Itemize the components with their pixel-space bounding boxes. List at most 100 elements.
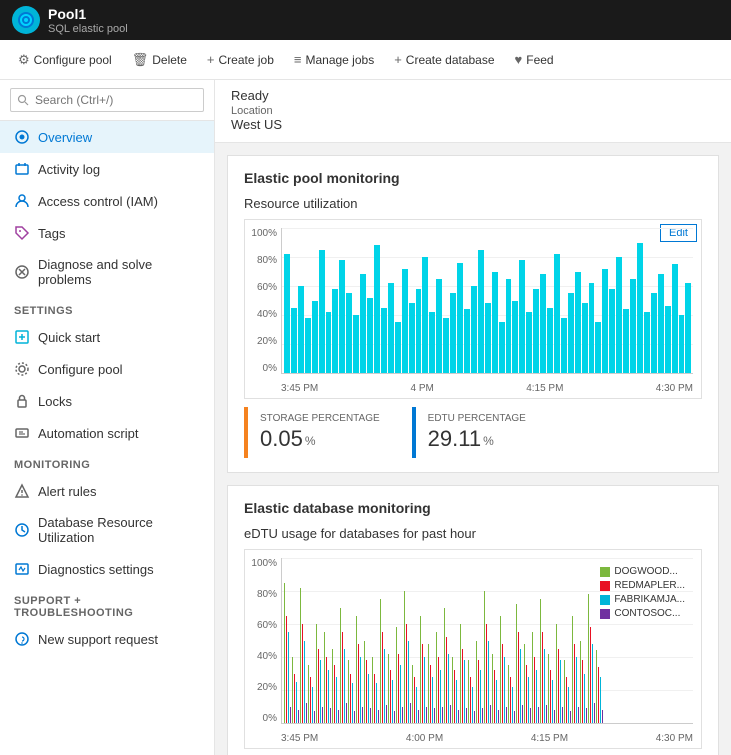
chart-bar [450,705,451,723]
chart-bar [381,308,387,373]
bar-group [292,558,299,723]
chart-bar [458,710,459,723]
settings-section-label: SETTINGS [0,295,214,321]
storage-metric: STORAGE PERCENTAGE 0.05 % [244,407,392,458]
chart-bar [386,705,387,723]
chart-bar [298,710,299,723]
sidebar-item-dbutil[interactable]: Database Resource Utilization [0,507,214,553]
chart-bar [498,710,499,723]
search-input[interactable] [10,88,204,112]
elastic-pool-title: Elastic pool monitoring [244,170,702,186]
x-axis-labels: 3:45 PM 4 PM 4:15 PM 4:30 PM [281,383,693,394]
legend-contoso-color [600,609,610,619]
chart-bar [378,710,379,723]
sidebar-item-quickstart[interactable]: Quick start [0,321,214,353]
chart-bar [637,243,643,374]
chart-legend: DOGWOOD... REDMAPLER... FABRIKAMJA... [600,566,685,619]
chart-bar [546,705,547,723]
chart-bar [367,298,373,373]
chart-bar [519,260,525,373]
chart-bar [305,318,311,373]
chart-bar [547,308,553,373]
diag-label: Diagnostics settings [38,562,154,577]
chart-bar [586,708,587,723]
manage-jobs-btn[interactable]: ≡ Manage jobs [286,48,382,71]
bar-group [340,558,347,723]
support-icon [14,631,30,647]
sidebar-item-diagnose[interactable]: Diagnose and solve problems [0,249,214,295]
bar-group [572,558,579,723]
chart-bar [512,301,518,374]
overview-icon [14,129,30,145]
chart-bar [422,257,428,373]
chart-bar [506,707,507,724]
sidebar-item-iam[interactable]: Access control (IAM) [0,185,214,217]
bar-group [428,558,435,723]
support-label: New support request [38,632,158,647]
chart-bar [575,272,581,374]
chart-bar [609,289,615,373]
bar-group [412,558,419,723]
resource-utilization-subtitle: Resource utilization [244,196,702,211]
bar-group [580,558,587,723]
chart-bar [623,309,629,373]
bar-group [444,558,451,723]
bar-group [564,558,571,723]
create-job-btn[interactable]: + Create job [199,48,282,71]
chart-bar [332,289,338,373]
alert-label: Alert rules [38,484,97,499]
sidebar-item-automation[interactable]: Automation script [0,417,214,449]
chart-bar [685,283,691,373]
chart-bar [554,254,560,373]
sidebar-item-tags[interactable]: Tags [0,217,214,249]
sidebar-item-alert[interactable]: Alert rules [0,475,214,507]
heart-icon: ♥ [515,52,523,67]
legend-fabrikam: FABRIKAMJA... [600,594,685,605]
sidebar-item-activity[interactable]: Activity log [0,153,214,185]
diag-icon [14,561,30,577]
iam-icon [14,193,30,209]
sidebar-item-support[interactable]: New support request [0,623,214,655]
chart-bar [665,306,671,373]
sidebar-item-configure[interactable]: Configure pool [0,353,214,385]
chart-bar [374,245,380,373]
locks-label: Locks [38,394,72,409]
chart-bar [290,707,291,724]
feed-btn[interactable]: ♥ Feed [507,48,562,71]
delete-btn[interactable]: 🗑 Delete [124,48,195,72]
monitoring-section-label: MONITORING [0,449,214,475]
chart-bar [561,318,567,373]
bar-group [516,558,523,723]
search-container [0,80,214,121]
sidebar-item-overview[interactable]: Overview [0,121,214,153]
chart-bar [360,274,366,373]
chart-bar [533,289,539,373]
chart-bar [410,703,411,723]
bar-group [556,558,563,723]
chart-bar [346,293,352,373]
chart-bar [658,274,664,373]
create-database-btn[interactable]: + Create database [386,48,502,71]
chart-bar [672,264,678,373]
chart-bar [298,286,304,373]
bar-group [284,558,291,723]
chart-bar [416,289,422,373]
location-label: Location [231,105,715,117]
chart-bar [492,272,498,374]
chart-bar [306,703,307,723]
chart-bar [457,263,463,373]
bar-group [588,558,595,723]
bar-group [484,558,491,723]
sidebar-item-diag[interactable]: Diagnostics settings [0,553,214,585]
plus2-icon: + [394,52,402,67]
dbutil-icon [14,522,30,538]
chart-bar [466,708,467,723]
gear-icon: ⚙ [18,52,30,68]
configure-pool-btn[interactable]: ⚙ Configure pool [10,48,120,72]
bar-group [420,558,427,723]
bar-group [324,558,331,723]
legend-fab-color [600,595,610,605]
chart-bar [499,322,505,373]
chart-bar [314,711,315,723]
sidebar-item-locks[interactable]: Locks [0,385,214,417]
